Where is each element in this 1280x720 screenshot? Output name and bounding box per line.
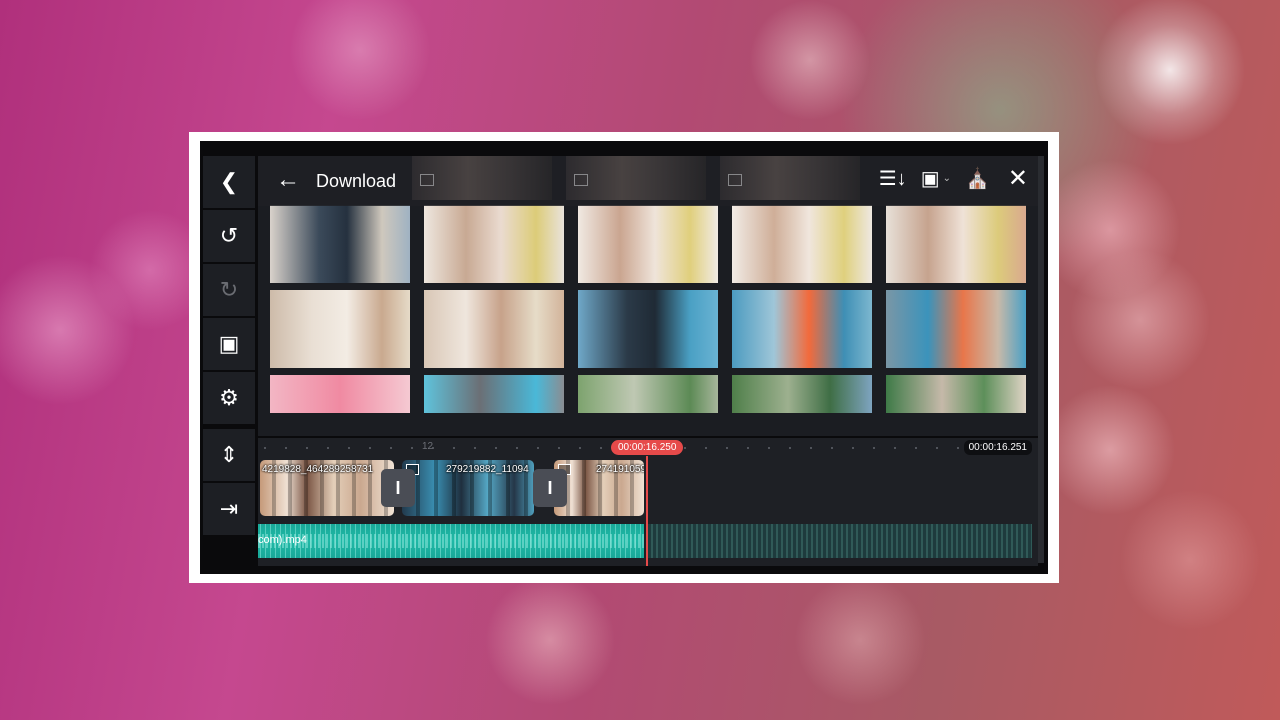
audio-label: com).mp4 bbox=[258, 534, 307, 546]
redo-button[interactable]: ↻ bbox=[203, 264, 255, 316]
ruler-label: 12 bbox=[422, 441, 434, 452]
media-thumbnail[interactable] bbox=[732, 290, 872, 368]
media-thumbnail[interactable] bbox=[270, 290, 410, 368]
media-browser: ← Download ☰↓ ▣ ⌄ ⛪ ✕ bbox=[258, 156, 1038, 436]
fullscreen-button[interactable]: ▣ bbox=[203, 318, 255, 370]
media-thumbnail[interactable] bbox=[424, 375, 564, 413]
chevron-down-icon: ⌄ bbox=[942, 173, 951, 184]
scrollbar[interactable] bbox=[1038, 156, 1044, 563]
store-icon[interactable]: ⛪ bbox=[965, 166, 990, 191]
audio-clip-remainder bbox=[646, 524, 1032, 558]
media-thumbnail[interactable] bbox=[270, 375, 410, 413]
media-grid bbox=[270, 205, 1026, 413]
close-icon[interactable]: ✕ bbox=[1008, 164, 1028, 193]
back-button[interactable]: ❮ bbox=[203, 156, 255, 208]
media-thumbnail[interactable] bbox=[732, 205, 872, 283]
video-clip[interactable]: 4219828_464289258731 bbox=[260, 460, 394, 516]
video-clip[interactable]: 279219882_11094 bbox=[402, 460, 534, 516]
editor-app: ❮ ↺ ↻ ▣ ⚙ ⇕ ⇥ ← Download ☰↓ ▣ ⌄ ⛪ ✕ 12 0… bbox=[200, 141, 1048, 574]
image-filter-button[interactable]: ▣ ⌄ bbox=[921, 166, 951, 191]
undo-button[interactable]: ↺ bbox=[203, 210, 255, 262]
transition-marker[interactable]: I bbox=[381, 469, 415, 507]
split-icon: ⇕ bbox=[219, 442, 239, 467]
fullscreen-icon: ▣ bbox=[218, 331, 240, 356]
header-actions: ☰↓ ▣ ⌄ ⛪ ✕ bbox=[865, 164, 1028, 193]
browser-header: ← Download ☰↓ ▣ ⌄ ⛪ ✕ bbox=[258, 156, 1038, 206]
left-toolbar: ❮ ↺ ↻ ▣ ⚙ ⇕ ⇥ bbox=[203, 156, 255, 563]
sort-icon[interactable]: ☰↓ bbox=[879, 166, 907, 191]
media-thumbnail[interactable] bbox=[424, 205, 564, 283]
header-preview-thumbnail bbox=[412, 156, 552, 200]
media-thumbnail[interactable] bbox=[886, 375, 1026, 413]
current-time-badge: 00:00:16.250 bbox=[611, 440, 684, 455]
settings-button[interactable]: ⚙ bbox=[203, 372, 255, 424]
media-thumbnail[interactable] bbox=[886, 205, 1026, 283]
clip-label: 279219882_11094 bbox=[446, 464, 529, 475]
arrow-left-icon[interactable]: ← bbox=[276, 166, 300, 194]
media-thumbnail[interactable] bbox=[270, 205, 410, 283]
media-thumbnail[interactable] bbox=[578, 205, 718, 283]
redo-icon: ↻ bbox=[219, 277, 239, 302]
media-thumbnail[interactable] bbox=[578, 375, 718, 413]
media-thumbnail[interactable] bbox=[578, 290, 718, 368]
image-icon: ▣ bbox=[920, 168, 940, 190]
undo-icon: ↺ bbox=[219, 223, 239, 248]
import-icon: ⇥ bbox=[219, 496, 239, 521]
split-button[interactable]: ⇕ bbox=[203, 429, 255, 481]
image-icon bbox=[728, 174, 742, 186]
audio-waveform bbox=[258, 534, 644, 548]
timeline[interactable]: 12 00:00:16.250 00:00:16.251 4219828_464… bbox=[258, 438, 1038, 566]
image-icon bbox=[574, 174, 588, 186]
clip-label: 274191059 bbox=[596, 464, 644, 475]
media-thumbnail[interactable] bbox=[732, 375, 872, 413]
total-time-badge: 00:00:16.251 bbox=[963, 440, 1032, 455]
video-frame: ❮ ↺ ↻ ▣ ⚙ ⇕ ⇥ ← Download ☰↓ ▣ ⌄ ⛪ ✕ 12 0… bbox=[189, 132, 1059, 583]
playhead[interactable] bbox=[646, 456, 648, 566]
video-clip[interactable]: 274191059 bbox=[554, 460, 644, 516]
clip-label: 4219828_464289258731 bbox=[262, 464, 374, 475]
chevron-left-icon: ❮ bbox=[219, 169, 239, 194]
header-preview-thumbnail bbox=[720, 156, 860, 200]
audio-clip[interactable]: com).mp4 bbox=[258, 524, 644, 558]
image-icon bbox=[420, 174, 434, 186]
media-thumbnail[interactable] bbox=[424, 290, 564, 368]
transition-marker[interactable]: I bbox=[533, 469, 567, 507]
media-thumbnail[interactable] bbox=[886, 290, 1026, 368]
header-preview-thumbnail bbox=[566, 156, 706, 200]
folder-title: Download bbox=[316, 171, 397, 191]
import-button[interactable]: ⇥ bbox=[203, 483, 255, 535]
gear-icon: ⚙ bbox=[219, 385, 239, 410]
